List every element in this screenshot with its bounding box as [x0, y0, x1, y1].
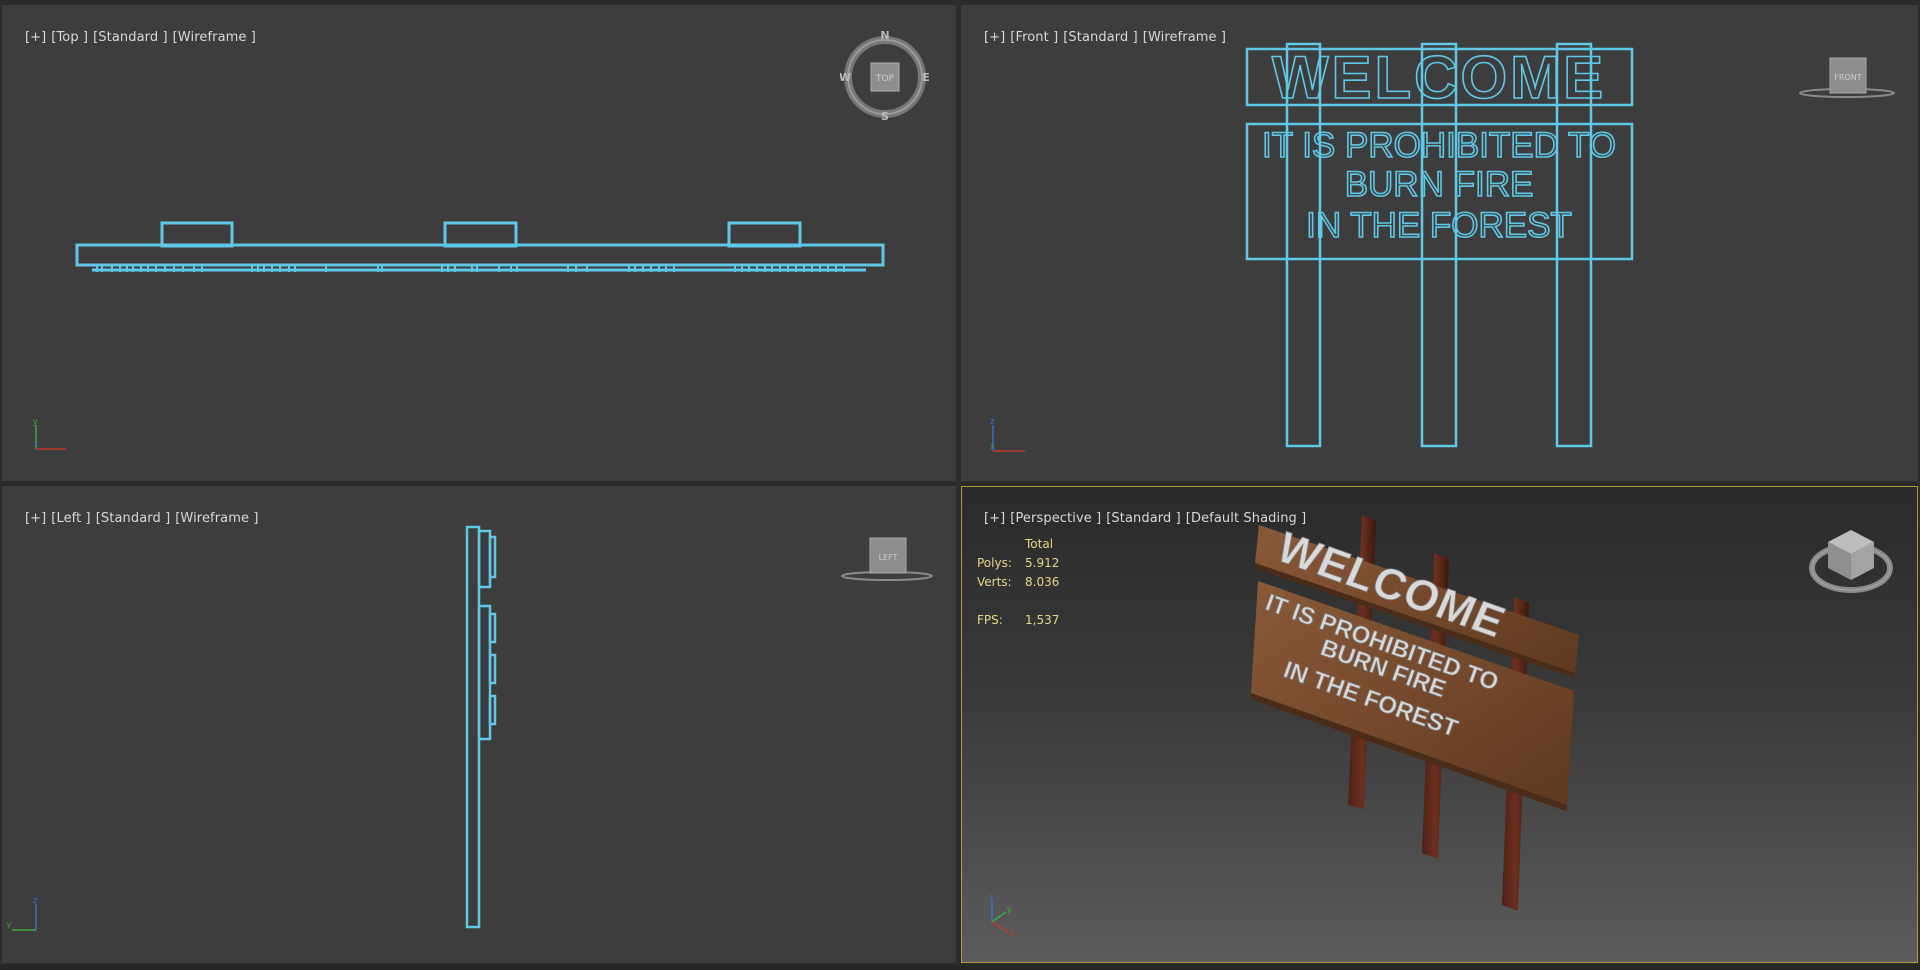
- board-left-bottom: [477, 604, 492, 741]
- board-top: [75, 243, 885, 267]
- top-wireframe-scene: [75, 221, 885, 272]
- viewcube-icon: FRONT: [1799, 57, 1895, 98]
- viewport-perspective[interactable]: [+] [Perspective ] [Standard ] [Default Sha…: [961, 486, 1918, 963]
- sign-title-front: WELCOME: [1272, 44, 1606, 111]
- svg-text:y: y: [33, 416, 38, 426]
- post-top-3: [727, 221, 802, 248]
- post-top-1: [160, 221, 234, 248]
- perspective-sign-render: WELCOME IT IS PROHIBITED TO BURN FIRE IN…: [1250, 515, 1579, 911]
- viewcube-perspective[interactable]: [1806, 524, 1896, 609]
- viewcube-left[interactable]: LEFT: [835, 530, 935, 590]
- svg-text:z: z: [990, 416, 995, 426]
- left-wireframe-scene: [465, 525, 497, 929]
- svg-text:LEFT: LEFT: [879, 553, 898, 562]
- svg-text:z: z: [34, 439, 38, 448]
- axis-tripod-icon: z y: [7, 895, 38, 931]
- viewport-front[interactable]: [+] [Front ] [Standard ] [Wireframe ] WELCO…: [961, 5, 1918, 481]
- svg-text:x: x: [1009, 928, 1014, 938]
- sign-line3-front: IN THE FOREST: [1306, 206, 1572, 245]
- sign-line1-front: IT IS PROHIBITED TO: [1262, 126, 1616, 165]
- post-left: [465, 525, 481, 929]
- sign-line2-front: BURN FIRE: [1345, 165, 1534, 204]
- viewcube-icon: LEFT: [841, 537, 933, 581]
- axis-tripod-icon: z y x: [989, 892, 1014, 938]
- svg-text:y: y: [7, 920, 11, 929]
- svg-text:S: S: [881, 110, 889, 121]
- viewcube-front[interactable]: FRONT: [1797, 47, 1897, 107]
- front-wireframe-scene: WELCOME IT IS PROHIBITED TO BURN FIRE IN…: [1245, 42, 1634, 448]
- axis-tripod-icon: z y: [990, 416, 1025, 452]
- svg-text:TOP: TOP: [875, 74, 895, 84]
- compass-ring-icon: TOP N S E W: [839, 29, 930, 123]
- bottom-strip: [0, 965, 1920, 970]
- svg-text:E: E: [922, 71, 930, 84]
- viewcube-top[interactable]: TOP N S E W: [839, 27, 930, 123]
- axis-tripod-icon: y z: [33, 416, 66, 450]
- svg-text:z: z: [989, 892, 994, 902]
- post-top-2: [443, 221, 518, 248]
- viewport-left[interactable]: [+] [Left ] [Standard ] [Wireframe ] LEFT z…: [2, 486, 956, 963]
- svg-text:y: y: [990, 441, 994, 450]
- svg-text:W: W: [840, 71, 851, 84]
- viewcube-icon: [1809, 530, 1893, 593]
- svg-text:FRONT: FRONT: [1834, 73, 1861, 82]
- viewport-top[interactable]: [+] [Top ] [Standard ] [Wireframe ] TOP N S…: [2, 5, 956, 481]
- svg-text:N: N: [880, 29, 889, 42]
- svg-text:y: y: [1007, 904, 1012, 914]
- svg-text:z: z: [33, 895, 38, 905]
- board-left-top: [477, 529, 492, 589]
